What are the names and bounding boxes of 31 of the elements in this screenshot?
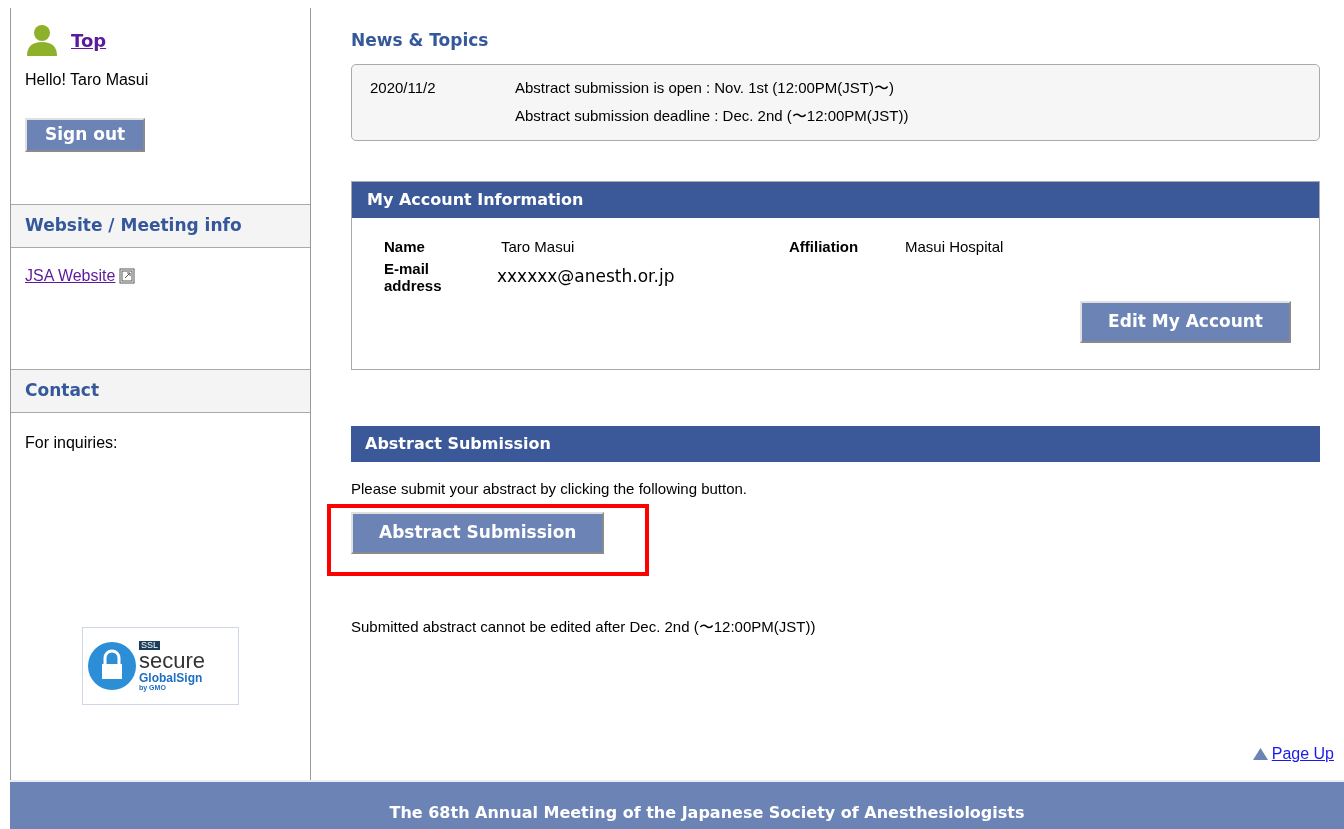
field-value: xxxxxx@anesth.or.jp: [497, 265, 675, 289]
secure-label: secure: [139, 649, 206, 672]
news-title: News & Topics: [351, 29, 490, 52]
person-icon: [25, 24, 59, 56]
news-text: Abstract submission is open : Nov. 1st (12:00PM(JST)〜): [515, 77, 895, 98]
ssl-label: SSL: [139, 640, 160, 650]
sign-out-button[interactable]: Sign out: [25, 118, 146, 152]
section-header: Website / Meeting info: [11, 204, 310, 248]
footer-text: The 68th Annual Meeting of the Japanese Society of Anesthesiologists: [389, 802, 1025, 824]
news-text: Abstract submission deadline : Dec. 2nd (〜12:00PM(JST)): [515, 106, 909, 126]
top-link[interactable]: Top: [71, 26, 107, 54]
account-header: My Account Information: [352, 181, 1319, 218]
contact-text: For inquiries:: [25, 432, 119, 453]
website-link[interactable]: JSA Website: [25, 263, 116, 288]
abstract-submission-button[interactable]: Abstract Submission: [351, 512, 605, 554]
greeting-text: Hello! Taro Masui: [25, 70, 150, 90]
edit-account-button[interactable]: Edit My Account: [1080, 301, 1291, 343]
field-label: E-mail address: [384, 260, 443, 294]
brand-label: GlobalSign: [139, 671, 204, 684]
field-label: Name: [384, 236, 426, 257]
submission-header: Abstract Submission: [351, 425, 1320, 462]
up-triangle-icon: [1252, 748, 1268, 760]
instruction-text: Please submit your abstract by clicking the following button.: [351, 478, 749, 499]
page-up-link[interactable]: Page Up: [1271, 742, 1334, 766]
note-text: Submitted abstract cannot be edited after Dec. 2nd (〜12:00PM(JST)): [351, 616, 817, 637]
section-header: Contact: [11, 369, 310, 413]
padlock-icon: [87, 640, 137, 691]
field-label: Affiliation: [789, 236, 860, 257]
field-value: Taro Masui: [501, 236, 576, 257]
news-date: 2020/11/2: [370, 77, 437, 98]
field-value: Masui Hospital: [905, 236, 1004, 257]
